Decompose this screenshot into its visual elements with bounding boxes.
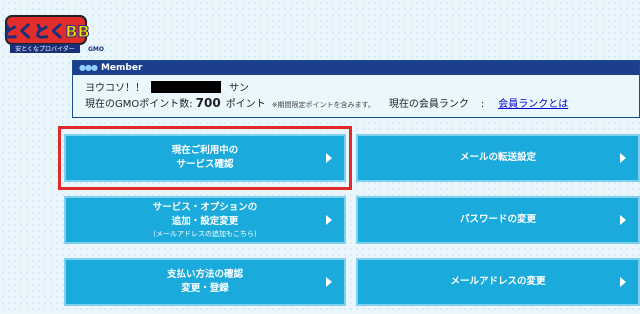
service-option-line2: 追加・設定変更	[171, 216, 239, 227]
mail-forward-button[interactable]: メールの転送設定	[356, 134, 640, 182]
rank-label: 現在の会員ランク	[388, 99, 469, 110]
member-header: ●●● Member	[73, 61, 639, 75]
arrow-right-icon	[326, 215, 332, 225]
arrow-right-icon	[620, 153, 626, 163]
payment-method-label: 支払い方法の確認 変更・登録	[167, 268, 243, 296]
current-service-button[interactable]: 現在ご利用中の サービス確認	[64, 134, 346, 182]
mail-address-change-button[interactable]: メールアドレスの変更	[356, 258, 640, 306]
logo-main-text: とくとくBB	[4, 22, 90, 41]
points-unit: ポイント	[225, 99, 266, 110]
logo-graphic: とくとくBB 安とくなプロバイダー GMO	[2, 15, 104, 53]
payment-method-line2: 変更・登録	[181, 283, 229, 294]
points-label: 現在のGMOポイント数:	[85, 99, 193, 110]
payment-method-button[interactable]: 支払い方法の確認 変更・登録	[64, 258, 346, 306]
redacted-name	[151, 80, 221, 93]
member-points-line: 現在のGMOポイント数: 700 ポイント ※期間限定ポイントを含みます。 現在の会員ラ…	[85, 95, 568, 110]
current-service-line1: 現在ご利用中の	[171, 145, 239, 156]
points-note: ※期間限定ポイントを含みます。	[271, 101, 375, 109]
logo-tagline: 安とくなプロバイダー	[15, 45, 75, 53]
logo-brand: GMO	[88, 46, 104, 53]
service-option-button[interactable]: サービス・オプションの 追加・設定変更 (メールアドレスの追加もこちら)	[64, 196, 346, 244]
rank-separator: :	[480, 99, 485, 110]
member-header-label: Member	[100, 63, 143, 73]
password-change-label: パスワードの変更	[459, 214, 536, 225]
greeting-prefix: ヨウコソ！！	[85, 83, 145, 94]
current-service-label: 現在ご利用中の サービス確認	[172, 144, 239, 172]
rank-info-link[interactable]: 会員ランクとは	[498, 99, 568, 110]
member-greeting: ヨウコソ！！ サン	[85, 79, 249, 94]
arrow-right-icon	[620, 215, 626, 225]
arrow-right-icon	[620, 277, 626, 287]
header-dots-icon: ●●●	[79, 63, 98, 72]
payment-method-line1: 支払い方法の確認	[166, 269, 243, 280]
member-panel: ●●● Member ヨウコソ！！ サン 現在のGMOポイント数: 700 ポイント…	[72, 60, 640, 118]
service-option-line1: サービス・オプションの	[152, 202, 258, 213]
logo[interactable]: とくとくBB 安とくなプロバイダー GMO	[2, 14, 104, 56]
service-option-line3: (メールアドレスの追加もこちら)	[153, 230, 257, 238]
mail-forward-label: メールの転送設定	[459, 152, 536, 163]
service-option-label: サービス・オプションの 追加・設定変更 (メールアドレスの追加もこちら)	[153, 201, 258, 239]
current-service-line2: サービス確認	[176, 159, 234, 170]
mail-address-change-label: メールアドレスの変更	[450, 276, 546, 287]
arrow-right-icon	[326, 153, 332, 163]
arrow-right-icon	[326, 277, 332, 287]
greeting-suffix: サン	[229, 83, 249, 94]
password-change-button[interactable]: パスワードの変更	[356, 196, 640, 244]
points-value: 700	[195, 96, 221, 110]
